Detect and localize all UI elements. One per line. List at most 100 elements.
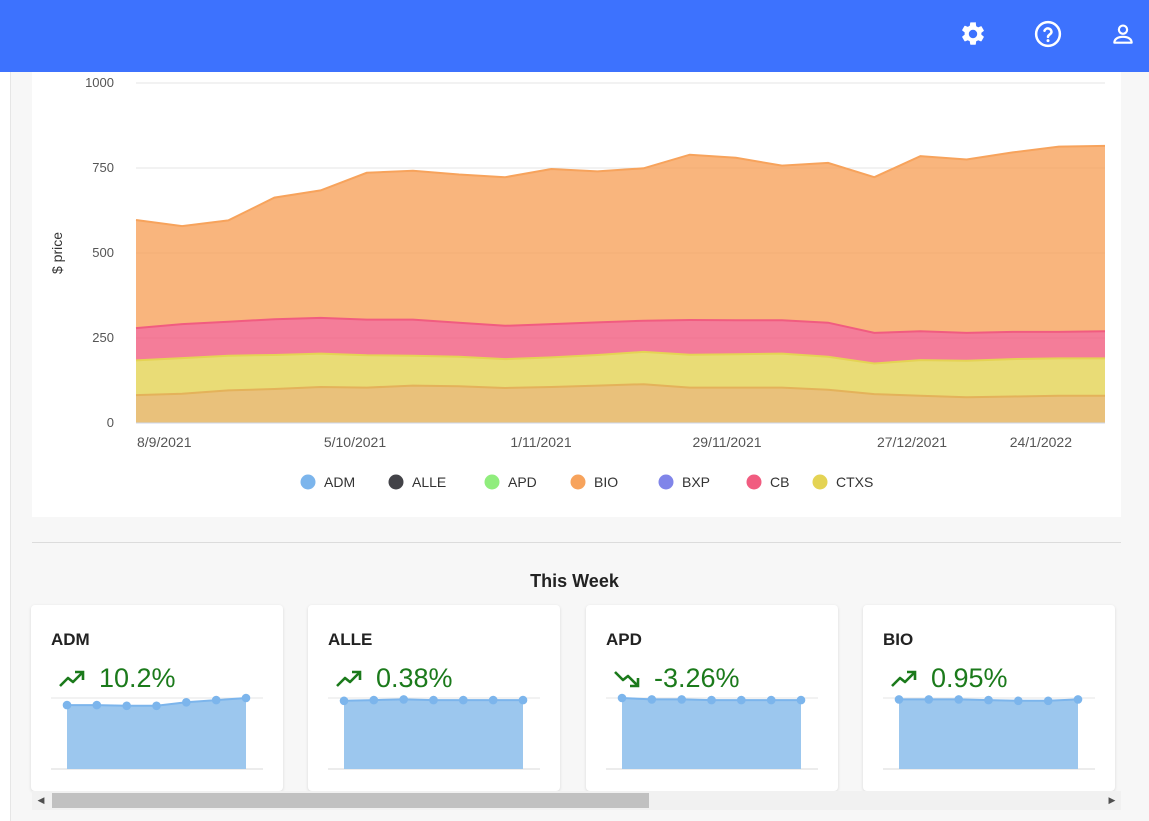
legend-label: BIO bbox=[594, 474, 618, 490]
scroll-left-arrow-icon[interactable]: ◀ bbox=[32, 791, 50, 810]
spark-area bbox=[344, 699, 523, 769]
stock-card-alle[interactable]: ALLE 0.38% bbox=[308, 605, 560, 791]
legend-item-ctxs[interactable]: CTXS bbox=[812, 474, 874, 490]
spark-point bbox=[677, 695, 686, 704]
trending-up-icon bbox=[891, 670, 917, 687]
spark-point bbox=[488, 695, 498, 705]
x-tick-label: 24/1/2022 bbox=[1010, 434, 1072, 450]
section-divider bbox=[32, 542, 1121, 543]
trending-down-icon bbox=[614, 670, 640, 687]
this-week-title: This Week bbox=[530, 571, 619, 591]
spark-point bbox=[924, 695, 934, 704]
spark-point bbox=[954, 695, 963, 704]
scroll-right-arrow-icon[interactable]: ▶ bbox=[1103, 791, 1121, 810]
settings-button[interactable] bbox=[955, 16, 991, 52]
spark-point bbox=[92, 700, 102, 710]
legend-marker bbox=[388, 474, 404, 490]
legend-marker bbox=[746, 474, 762, 490]
stock-card-apd[interactable]: APD -3.26% bbox=[586, 605, 838, 791]
spark-point bbox=[737, 695, 746, 705]
x-tick-label: 27/12/2021 bbox=[877, 434, 947, 450]
series-area-bio[interactable] bbox=[136, 145, 1105, 333]
card-change: 10.2% bbox=[59, 663, 176, 694]
legend-label: APD bbox=[508, 474, 537, 490]
legend-item-adm[interactable]: ADM bbox=[300, 474, 356, 490]
account-button[interactable] bbox=[1105, 16, 1141, 52]
spark-point bbox=[1043, 696, 1053, 706]
x-tick-label: 8/9/2021 bbox=[137, 434, 192, 450]
card-ticker: APD bbox=[606, 630, 642, 649]
y-axis-label: $ price bbox=[49, 232, 65, 274]
spark-point bbox=[617, 693, 627, 703]
spark-point bbox=[152, 701, 161, 711]
app-bar bbox=[0, 0, 1149, 72]
trending-up-icon bbox=[59, 670, 85, 687]
card-change: -3.26% bbox=[614, 663, 740, 694]
price-chart-card: 0 250 500 750 1000 $ price 8/9/2021 5/10/2021 1/… bbox=[32, 72, 1121, 517]
x-tick-label: 1/11/2021 bbox=[510, 434, 571, 450]
spark-point bbox=[399, 695, 408, 704]
y-tick-label: 0 bbox=[107, 415, 114, 430]
legend-item-alle[interactable]: ALLE bbox=[388, 474, 447, 490]
legend-marker bbox=[658, 474, 674, 490]
y-tick-label: 250 bbox=[92, 330, 114, 345]
horizontal-scrollbar[interactable]: ◀ ▶ bbox=[32, 791, 1121, 810]
legend-item-bxp[interactable]: BXP bbox=[658, 474, 711, 490]
spark-point bbox=[429, 695, 438, 705]
user-icon bbox=[1113, 24, 1133, 44]
legend-item-bio[interactable]: BIO bbox=[570, 474, 619, 490]
side-panel-edge bbox=[0, 72, 11, 821]
spark-point bbox=[369, 695, 379, 705]
legend-marker bbox=[300, 474, 316, 490]
spark-point bbox=[459, 695, 468, 705]
card-change-value: 0.38% bbox=[376, 663, 453, 693]
legend-marker bbox=[812, 474, 828, 490]
spark-point bbox=[182, 698, 191, 707]
card-ticker: BIO bbox=[883, 630, 914, 649]
card-ticker: ALLE bbox=[328, 630, 373, 649]
spark-area bbox=[622, 698, 801, 769]
spark-point bbox=[984, 695, 993, 705]
spark-point bbox=[211, 695, 221, 705]
spark-point bbox=[241, 693, 251, 703]
spark-point bbox=[796, 695, 806, 705]
card-change-value: 0.95% bbox=[931, 663, 1008, 693]
legend-marker bbox=[484, 474, 500, 490]
card-change: 0.95% bbox=[891, 663, 1008, 694]
y-tick-label: 1000 bbox=[85, 75, 114, 90]
legend-item-cb[interactable]: CB bbox=[746, 474, 790, 490]
y-tick-label: 750 bbox=[92, 160, 114, 175]
spark-point bbox=[122, 701, 131, 711]
card-change: 0.38% bbox=[336, 663, 453, 694]
legend-label: CTXS bbox=[836, 474, 873, 490]
y-tick-label: 500 bbox=[92, 245, 114, 260]
legend-label: BXP bbox=[682, 474, 710, 490]
spark-point bbox=[62, 700, 72, 710]
legend-label: ADM bbox=[324, 474, 355, 490]
trending-up-icon bbox=[336, 670, 362, 687]
spark-point bbox=[647, 695, 657, 704]
spark-point bbox=[707, 695, 716, 705]
spark-area bbox=[899, 699, 1078, 769]
spark-point bbox=[518, 695, 528, 705]
spark-point bbox=[1073, 695, 1083, 704]
card-ticker: ADM bbox=[51, 630, 90, 649]
spark-point bbox=[894, 695, 904, 704]
spark-point bbox=[1014, 696, 1023, 706]
help-icon bbox=[1034, 20, 1062, 48]
scrollbar-thumb[interactable] bbox=[52, 793, 649, 808]
legend-item-apd[interactable]: APD bbox=[484, 474, 537, 490]
x-tick-label: 5/10/2021 bbox=[324, 434, 386, 450]
legend-label: CB bbox=[770, 474, 789, 490]
help-button[interactable] bbox=[1030, 16, 1066, 52]
gear-icon bbox=[962, 22, 984, 45]
legend-label: ALLE bbox=[412, 474, 446, 490]
stock-card-bio[interactable]: BIO 0.95% bbox=[863, 605, 1115, 791]
price-stacked-area-chart: 0 250 500 750 1000 $ price 8/9/2021 5/10/2021 1/… bbox=[49, 75, 1106, 490]
card-change-value: 10.2% bbox=[99, 663, 176, 693]
card-change-value: -3.26% bbox=[654, 663, 740, 693]
x-tick-label: 29/11/2021 bbox=[692, 434, 761, 450]
stock-card-adm[interactable]: ADM 10.2% bbox=[31, 605, 283, 791]
legend-marker bbox=[570, 474, 586, 490]
spark-point bbox=[766, 695, 776, 705]
